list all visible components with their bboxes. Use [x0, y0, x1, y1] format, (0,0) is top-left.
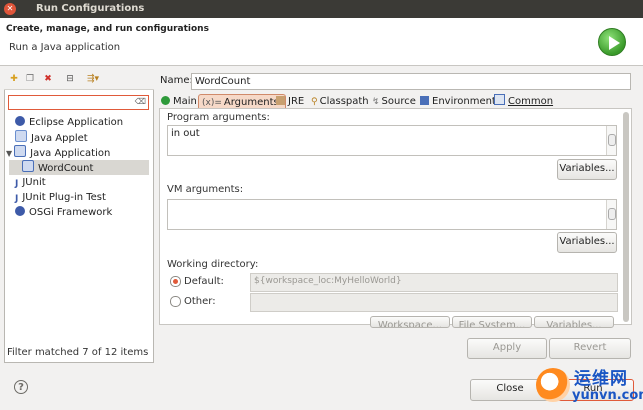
expand-arrow-icon[interactable]: ▼ [6, 149, 12, 158]
name-field[interactable]: WordCount [191, 73, 631, 90]
revert-button[interactable]: Revert [549, 338, 631, 359]
clear-filter-icon[interactable]: ⌫ [135, 97, 146, 106]
tree-item-junit-plugin-test[interactable]: J JUnit Plug-in Test [15, 190, 106, 205]
vm-arguments-field[interactable] [167, 199, 617, 230]
osgi-icon [15, 206, 25, 216]
tree-item-wordcount[interactable]: WordCount [9, 160, 149, 175]
workspace-button[interactable]: Workspace... [370, 316, 450, 328]
tab-common[interactable]: Common [494, 94, 553, 109]
program-variables-button[interactable]: Variables... [557, 159, 617, 180]
new-config-icon[interactable]: ✚ [8, 73, 20, 85]
classpath-tab-icon: ⚲ [311, 97, 318, 107]
filter-input[interactable]: ⌫ [8, 95, 149, 110]
default-label: Default: [184, 276, 224, 287]
java-config-icon [22, 160, 34, 172]
watermark-cn-text: 运维网 [574, 369, 628, 389]
junit-icon: J [15, 179, 19, 189]
tab-jre[interactable]: JRE [276, 94, 304, 109]
watermark-url-text: yunvn.com [572, 388, 643, 403]
filter-menu-icon[interactable]: ⇶▾ [82, 73, 104, 85]
working-dir-variables-button[interactable]: Variables... [534, 316, 614, 328]
tab-source[interactable]: ↯ Source [372, 94, 416, 109]
vm-arguments-label: VM arguments: [167, 184, 244, 195]
jre-tab-icon [276, 96, 285, 105]
tree-item-java-application[interactable]: ▼ Java Application [6, 145, 110, 160]
other-radio[interactable] [170, 296, 181, 307]
program-arguments-label: Program arguments: [167, 112, 270, 123]
apply-button[interactable]: Apply [467, 338, 547, 359]
header-subtitle: Run a Java application [9, 42, 121, 53]
watermark-logo-icon [536, 368, 570, 402]
delete-icon[interactable]: ✖ [42, 73, 54, 85]
title-bar: ✕ Run Configurations [0, 0, 643, 18]
dialog-header: Create, manage, and run configurations R… [0, 18, 643, 66]
vm-args-scrollbar[interactable] [606, 200, 616, 229]
vm-variables-button[interactable]: Variables... [557, 232, 617, 253]
close-window-icon[interactable]: ✕ [4, 3, 16, 15]
tree-item-eclipse-application[interactable]: Eclipse Application [15, 115, 123, 130]
junit-plugin-icon: J [15, 194, 19, 204]
eclipse-icon [15, 116, 25, 126]
watermark: 运维网 yunvn.com [532, 362, 643, 410]
tree-toolbar: ✚ ❐ ✖ ⊟ ⇶▾ [4, 70, 154, 90]
source-tab-icon: ↯ [372, 97, 380, 107]
tree-item-junit[interactable]: J JUnit [15, 175, 46, 190]
filter-status: Filter matched 7 of 12 items [7, 347, 149, 358]
tree-item-osgi-framework[interactable]: OSGi Framework [15, 205, 112, 220]
run-banner-icon [598, 28, 626, 56]
java-app-icon [14, 145, 27, 157]
environment-tab-icon [420, 96, 429, 105]
tree-item-java-applet[interactable]: Java Applet [15, 130, 88, 145]
config-tabs: Main (x)= Arguments JRE ⚲ Classpath ↯ Sourc… [158, 94, 632, 110]
arguments-panel: Program arguments: in out Variables... V… [159, 108, 632, 328]
tab-main[interactable]: Main [161, 94, 197, 109]
panel-scrollbar[interactable] [623, 112, 630, 322]
applet-icon [15, 130, 27, 142]
main-tab-icon [161, 96, 170, 105]
program-arguments-field[interactable]: in out [167, 125, 617, 156]
default-radio[interactable] [170, 276, 181, 287]
header-title: Create, manage, and run configurations [6, 24, 209, 34]
tab-environment[interactable]: Environment [420, 94, 496, 109]
other-label: Other: [184, 296, 216, 307]
tab-classpath[interactable]: ⚲ Classpath [311, 94, 369, 109]
window-title: Run Configurations [36, 3, 145, 14]
program-args-scrollbar[interactable] [606, 126, 616, 155]
name-label: Name: [160, 75, 193, 86]
duplicate-icon[interactable]: ❐ [24, 73, 36, 85]
help-icon[interactable]: ? [14, 380, 28, 394]
working-directory-label: Working directory: [167, 259, 259, 270]
file-system-button[interactable]: File System... [452, 316, 532, 328]
other-directory-field[interactable] [250, 293, 618, 312]
common-tab-icon [494, 94, 505, 105]
collapse-all-icon[interactable]: ⊟ [64, 73, 76, 85]
arguments-tab-icon: (x)= [202, 98, 222, 108]
default-directory-field: ${workspace_loc:MyHelloWorld} [250, 273, 618, 292]
